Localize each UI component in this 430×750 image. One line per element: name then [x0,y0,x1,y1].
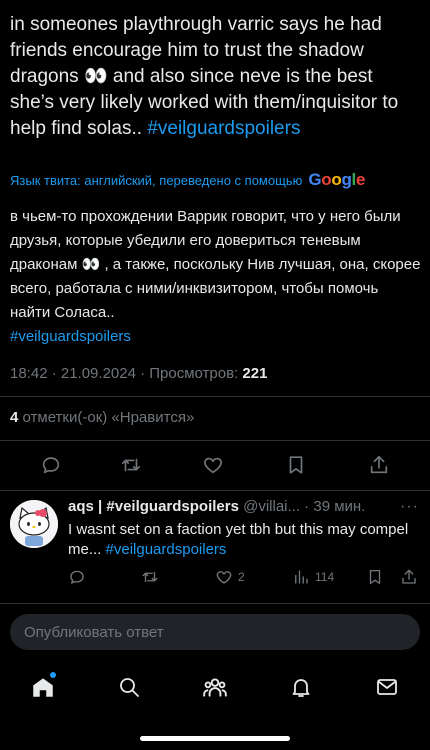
retweet-icon [121,458,141,472]
divider [0,396,430,397]
reply-compose-input[interactable]: Опубликовать ответ [10,614,420,650]
divider [0,603,430,604]
search-icon [120,678,139,697]
reply-author-name[interactable]: aqs | #veilguardspoilers [68,498,239,515]
more-options-button[interactable]: ··· [400,498,419,516]
translated-text: в чьем-то прохождении Варрик говорит, чт… [10,205,422,349]
reply-icon [70,570,84,584]
avatar[interactable] [10,500,58,548]
tweet-hashtag-link[interactable]: #veilguardspoilers [147,118,300,139]
nav-home[interactable] [28,672,58,702]
divider [0,490,430,491]
reply-reply-button[interactable] [68,566,86,588]
reply-views-button[interactable]: 114 [292,566,334,588]
bottom-nav [0,668,430,708]
reply-action-bar: 2 114 [0,566,430,588]
divider [0,440,430,441]
bell-icon [292,679,310,697]
nav-messages[interactable] [372,672,402,702]
translated-hashtag-link[interactable]: #veilguardspoilers [10,328,131,345]
translated-body: в чьем-то прохождении Варрик говорит, чт… [10,208,421,321]
retweet-icon [142,571,158,583]
reply-like-button[interactable]: 2 [215,566,245,588]
heart-icon [204,457,222,474]
like-button[interactable] [198,450,228,480]
heart-icon [216,571,232,584]
tweet-views-count: 221 [242,365,268,382]
share-icon [370,455,388,474]
reply-author-handle[interactable]: @villai... [243,498,300,515]
nav-communities[interactable] [200,672,230,702]
translation-notice: Язык твита: английский, переведено с пом… [10,170,420,190]
likes-summary[interactable]: 4 отметки(-ок) «Нравится» [10,409,194,426]
tweet-action-bar [0,450,430,480]
mail-icon [377,679,397,695]
tweet-timestamp: 18:42 · 21.09.2024 · Просмотров: [10,365,243,382]
bookmark-icon [289,456,303,474]
bookmark-button[interactable] [281,450,311,480]
nav-notifications[interactable] [286,672,316,702]
views-icon [295,570,308,584]
reply-retweet-button[interactable] [141,566,159,588]
reply-text: I wasnt set on a faction yet tbh but thi… [68,520,418,560]
share-icon [402,569,416,584]
notification-dot [50,672,56,678]
communities-icon [203,678,227,697]
reply-like-count: 2 [238,570,245,584]
retweet-button[interactable] [116,450,146,480]
google-logo: Google [308,170,366,189]
reply-time: · 39 мин. [300,498,366,515]
likes-label: отметки(-ок) «Нравится» [18,409,195,426]
reply-bookmark-button[interactable] [366,566,384,588]
home-indicator[interactable] [140,736,290,741]
reply-share-button[interactable] [400,566,418,588]
reply-button[interactable] [36,450,66,480]
reply-hashtag-link[interactable]: #veilguardspoilers [106,541,227,558]
nav-search[interactable] [114,672,144,702]
reply-header: aqs | #veilguardspoilers @villai... · 39… [68,498,408,515]
tweet-text: in someones playthrough varric says he h… [10,12,420,142]
reply-tweet[interactable]: aqs | #veilguardspoilers @villai... · 39… [0,496,430,596]
hello-kitty-avatar-icon [10,500,58,548]
share-button[interactable] [364,450,394,480]
compose-placeholder: Опубликовать ответ [24,623,164,641]
reply-views-count: 114 [315,570,335,584]
bookmark-icon [369,569,381,585]
reply-icon [42,457,60,474]
translation-label: Язык твита: английский, переведено с пом… [10,172,303,188]
tweet-meta: 18:42 · 21.09.2024 · Просмотров: 221 [10,365,267,382]
